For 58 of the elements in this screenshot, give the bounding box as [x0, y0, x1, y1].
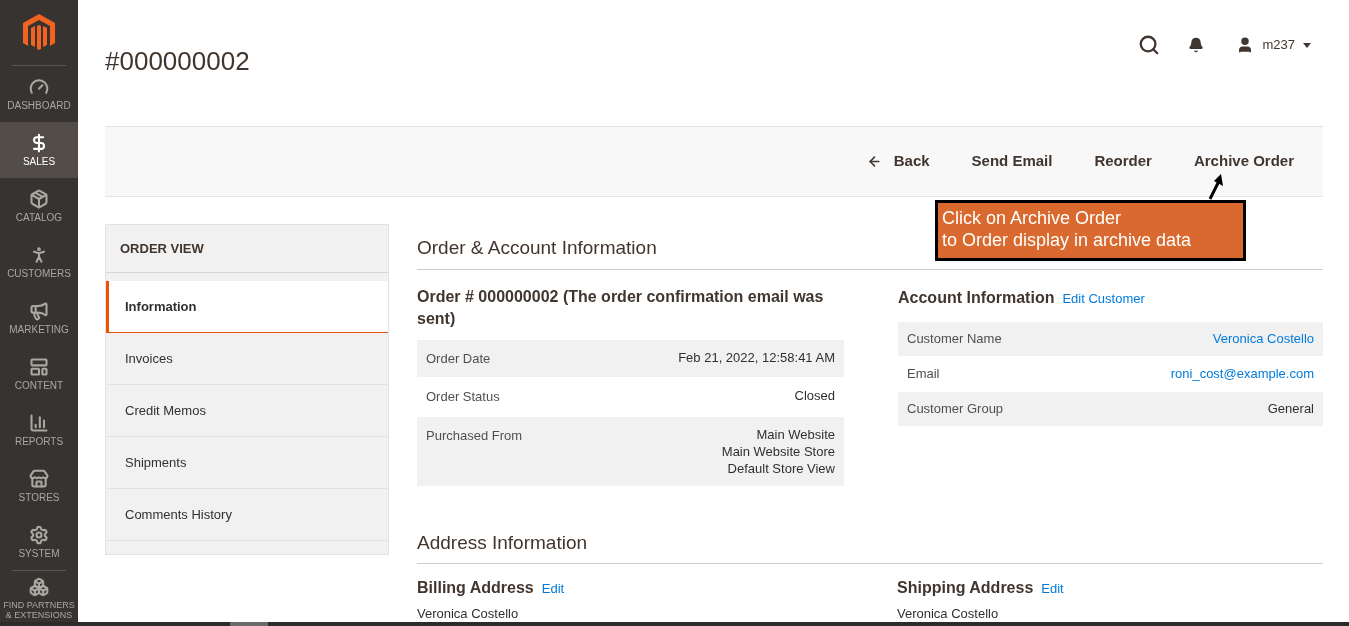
blocks-icon [29, 577, 49, 597]
sidebar-item[interactable]: CUSTOMERS [0, 234, 78, 290]
account-heading: Account Information [898, 287, 1055, 308]
sidebar-item[interactable]: FIND PARTNERS & EXTENSIONS [0, 571, 78, 621]
sidebar-item[interactable]: CATALOG [0, 178, 78, 234]
edit-link[interactable]: Edit [541, 579, 565, 599]
layout-icon [29, 357, 49, 377]
store-icon [29, 469, 49, 489]
bell-icon[interactable] [1188, 37, 1205, 53]
bar-chart-icon [29, 413, 49, 433]
sidebar-item[interactable]: REPORTS [0, 402, 78, 458]
address-heading: Shipping Address [897, 578, 1034, 598]
megaphone-icon [29, 301, 49, 321]
tab[interactable]: Credit Memos [106, 385, 388, 437]
edit-link[interactable]: Edit [1041, 579, 1064, 599]
row-value: Closed [794, 387, 835, 404]
tab[interactable]: Invoices [106, 333, 388, 385]
row-label: Customer Group [907, 399, 1004, 418]
sidebar-item[interactable]: MARKETING [0, 290, 78, 346]
gauge-icon [29, 77, 49, 97]
row-label: Customer Name [907, 329, 1002, 348]
tab[interactable]: Comments History [106, 489, 388, 541]
box-icon [29, 189, 49, 209]
row-label: Order Status [426, 388, 500, 406]
user-menu[interactable]: m237 [1236, 35, 1311, 55]
callout-text: Click on Archive Order [942, 207, 1123, 229]
back-button[interactable]: Back [866, 150, 930, 173]
row-link[interactable]: Veronica Costello [1212, 328, 1314, 349]
address-name: Veronica Costello [897, 606, 1000, 621]
toolbar-button[interactable]: Send Email [971, 150, 1053, 173]
row-label: Email [907, 364, 940, 383]
row-value: Default Store View [727, 459, 835, 477]
sidebar-item[interactable]: DASHBOARD [0, 66, 78, 122]
sidebar-item[interactable]: SYSTEM [0, 514, 78, 570]
row-link[interactable]: roni_cost@example.com [1170, 363, 1314, 384]
order-heading: Order # 000000002 (The order confirmation email was sent) [417, 286, 825, 329]
search-icon[interactable] [1138, 34, 1161, 56]
logo-icon [23, 13, 55, 52]
sidebar-item[interactable]: CONTENT [0, 346, 78, 402]
section-title: Address Information [417, 528, 1323, 564]
edit-link[interactable]: Edit Customer [1062, 288, 1145, 308]
panel-title: ORDER VIEW [106, 225, 388, 273]
address-heading: Billing Address [417, 578, 534, 598]
tab[interactable]: Shipments [106, 437, 388, 489]
row-value: Feb 21, 2022, 12:58:41 AM [678, 348, 835, 366]
row-value: General [1267, 399, 1314, 418]
address-name: Veronica Costello [417, 606, 520, 621]
sidebar-item[interactable]: STORES [0, 458, 78, 514]
row-label: Purchased From [426, 426, 523, 445]
sidebar-item[interactable]: SALES [0, 122, 78, 178]
row-label: Order Date [426, 349, 491, 368]
gear-icon [29, 525, 49, 545]
page-title: #000000002 [105, 44, 250, 78]
row-value: Main Website Store [721, 442, 835, 460]
toolbar-button[interactable]: Archive Order [1193, 150, 1294, 173]
row-value: Main Website [756, 425, 835, 443]
toolbar-button[interactable]: Reorder [1094, 150, 1152, 173]
tab[interactable]: Information [106, 281, 388, 333]
